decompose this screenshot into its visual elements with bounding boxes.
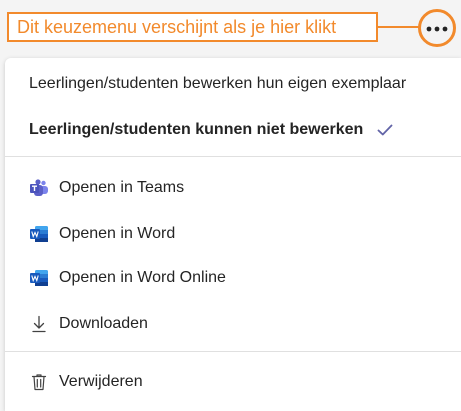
menu-item-open-in-teams[interactable]: Openen in Teams: [5, 168, 461, 208]
menu-item-download[interactable]: Downloaden: [5, 304, 461, 344]
dropdown-menu: Leerlingen/studenten bewerken hun eigen …: [5, 58, 461, 411]
menu-item-label: Leerlingen/studenten kunnen niet bewerke…: [29, 121, 364, 138]
screenshot-stage: Dit keuzemenu verschijnt als je hier kli…: [0, 0, 461, 411]
menu-item-students-edit-own-copy[interactable]: Leerlingen/studenten bewerken hun eigen …: [5, 64, 461, 104]
teams-icon: [29, 178, 49, 198]
trash-icon: [29, 372, 49, 392]
menu-item-open-in-word-online[interactable]: Openen in Word Online: [5, 258, 461, 298]
menu-item-label: Openen in Word: [59, 225, 176, 242]
menu-item-label: Openen in Teams: [59, 179, 185, 196]
annotation-callout: Dit keuzemenu verschijnt als je hier kli…: [7, 12, 378, 42]
menu-item-open-in-word[interactable]: Openen in Word: [5, 214, 461, 254]
menu-item-students-cannot-edit[interactable]: Leerlingen/studenten kunnen niet bewerke…: [5, 110, 461, 150]
word-icon: [29, 224, 49, 244]
more-options-button[interactable]: [418, 9, 456, 47]
more-horizontal-icon: [426, 19, 448, 37]
menu-divider: [5, 351, 461, 352]
menu-item-label: Openen in Word Online: [59, 269, 226, 286]
annotation-text: Dit keuzemenu verschijnt als je hier kli…: [17, 17, 337, 37]
menu-divider: [5, 156, 461, 157]
menu-item-label: Leerlingen/studenten bewerken hun eigen …: [29, 75, 407, 92]
menu-item-delete[interactable]: Verwijderen: [5, 362, 461, 402]
download-icon: [29, 314, 49, 334]
word-icon: [29, 268, 49, 288]
checkmark-icon: [377, 124, 393, 136]
menu-item-label: Downloaden: [59, 315, 148, 332]
annotation-connector-line: [378, 26, 420, 28]
menu-item-label: Verwijderen: [59, 373, 143, 390]
